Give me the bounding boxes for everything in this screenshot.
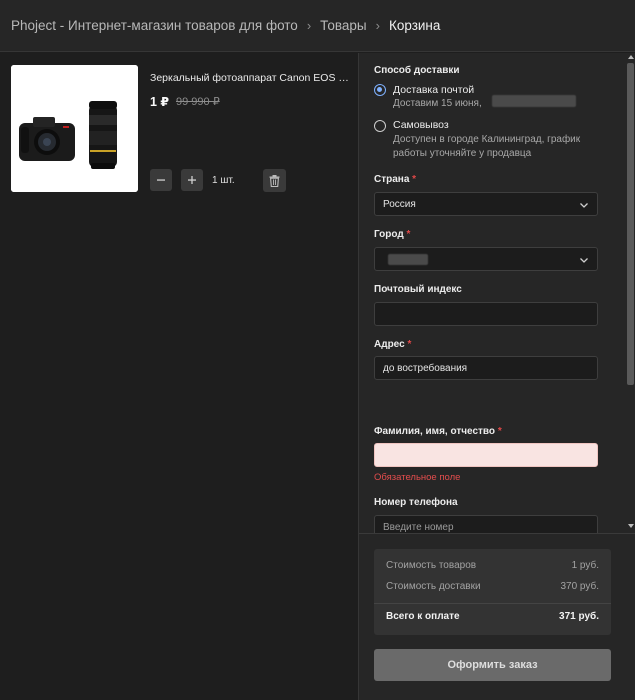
summary-delivery-value: 370 руб. [560,581,599,592]
summary-goods-label: Стоимость товаров [386,560,477,571]
scroll-down-arrow-icon[interactable] [628,524,634,528]
breadcrumb: Phoject - Интернет-магазин товаров для ф… [0,0,635,52]
fullname-input[interactable] [374,443,598,467]
required-marker: * [412,174,417,185]
country-select-value: Россия [383,198,416,210]
country-select[interactable]: Россия [374,192,598,216]
country-label: Страна * [374,174,416,185]
chevron-down-icon [580,203,588,208]
address-input[interactable]: до востребования [374,356,598,380]
postcode-input[interactable] [374,302,598,326]
city-select[interactable] [374,247,598,271]
chevron-down-icon [580,258,588,263]
summary-divider [374,603,611,604]
scrollbar[interactable] [625,53,635,533]
trash-icon [269,174,280,187]
quantity-value: 1 шт. [212,175,235,186]
breadcrumb-current: Корзина [388,18,441,33]
fullname-error: Обязательное поле [374,472,461,483]
checkout-form: Способ доставки Доставка почтой Доставим… [359,53,625,533]
country-label-text: Страна [374,174,410,185]
product-title[interactable]: Зеркальный фотоаппарат Canon EOS 8... [150,72,350,84]
pickup-title[interactable]: Самовывоз [393,119,449,131]
divider [359,533,635,534]
postcode-label: Почтовый индекс [374,284,462,295]
order-summary: Стоимость товаров 1 руб. Стоимость доста… [374,549,611,635]
redacted-text [492,95,576,107]
fullname-label-text: Фамилия, имя, отчество [374,426,496,437]
address-label: Адрес * [374,339,411,350]
address-label-text: Адрес [374,339,405,350]
fullname-label: Фамилия, имя, отчество * [374,426,502,437]
delivery-method-label: Способ доставки [374,65,460,76]
camera-lens-photo [11,65,138,192]
product-old-price: 99 990 ₽ [176,96,220,108]
delivery-post-title[interactable]: Доставка почтой [393,84,474,96]
scroll-up-arrow-icon[interactable] [628,55,634,59]
plus-icon [188,176,196,184]
summary-total-value: 371 руб. [559,611,599,622]
place-order-button[interactable]: Оформить заказ [374,649,611,681]
cart-items-panel: Зеркальный фотоаппарат Canon EOS 8... 1 … [0,53,357,700]
summary-delivery-row: Стоимость доставки 370 руб. [386,581,599,592]
chevron-right-icon: › [375,18,380,33]
redacted-city-value [388,254,428,265]
decrease-quantity-button[interactable] [150,169,172,191]
summary-goods-value: 1 руб. [571,560,599,571]
phone-input[interactable]: Введите номер [374,515,598,533]
breadcrumb-products-link[interactable]: Товары [320,18,366,33]
product-price: 1 ₽ [150,95,170,109]
product-image[interactable] [11,65,138,192]
radio-pickup[interactable] [374,120,386,132]
breadcrumb-home-link[interactable]: Phoject - Интернет-магазин товаров для ф… [11,18,298,33]
phone-placeholder: Введите номер [383,521,454,533]
remove-item-button[interactable] [263,169,286,192]
summary-delivery-label: Стоимость доставки [386,581,481,592]
radio-delivery-post[interactable] [374,84,386,96]
pickup-subtitle: Доступен в городе Калининград, график ра… [393,134,581,159]
required-marker: * [497,426,502,437]
required-marker: * [407,339,412,350]
phone-label: Номер телефона [374,497,458,508]
summary-total-row: Всего к оплате 371 руб. [386,611,599,622]
checkout-panel: Способ доставки Доставка почтой Доставим… [358,53,635,700]
required-marker: * [406,229,411,240]
minus-icon [157,179,165,181]
increase-quantity-button[interactable] [181,169,203,191]
summary-goods-row: Стоимость товаров 1 руб. [386,560,599,571]
chevron-right-icon: › [306,18,312,33]
summary-total-label: Всего к оплате [386,611,460,622]
scrollbar-thumb[interactable] [627,63,634,385]
city-label-text: Город [374,229,404,240]
city-label: Город * [374,229,410,240]
